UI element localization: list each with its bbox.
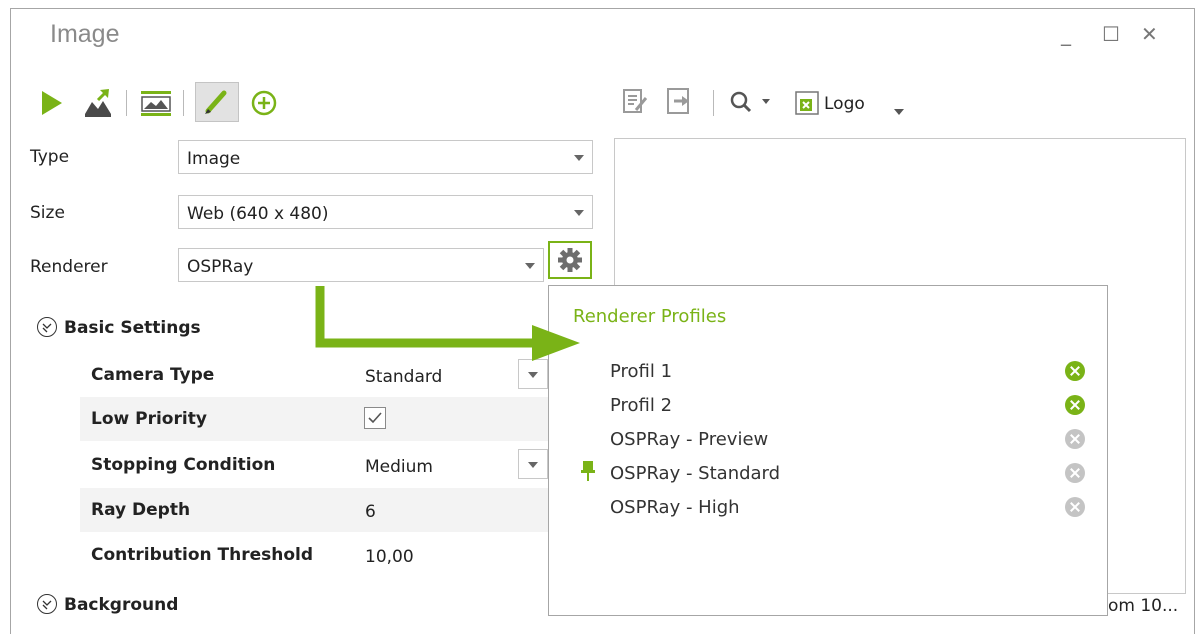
- annotation-arrow-icon: [315, 286, 580, 361]
